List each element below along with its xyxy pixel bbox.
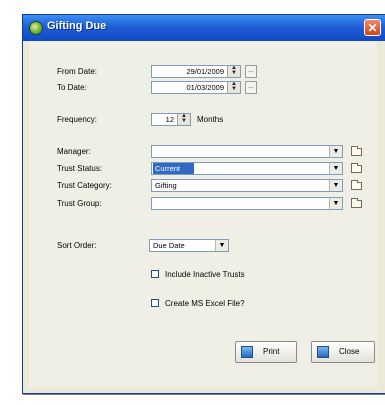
frequency-label: Frequency: bbox=[57, 115, 98, 124]
spin-updown-icon[interactable]: ▲ ▼ bbox=[177, 114, 190, 125]
trust-category-label: Trust Category: bbox=[57, 181, 112, 190]
dropdown-arrow-icon[interactable]: ▼ bbox=[215, 240, 228, 251]
printer-icon bbox=[241, 346, 253, 358]
from-date-label: From Date: bbox=[57, 67, 98, 76]
trust-category-select[interactable]: Gifting ▼ bbox=[151, 179, 343, 192]
trust-status-value: Current bbox=[153, 163, 195, 174]
folder-icon[interactable] bbox=[351, 180, 362, 190]
sort-order-select[interactable]: Due Date ▼ bbox=[149, 239, 229, 252]
close-icon[interactable]: ✕ bbox=[364, 19, 381, 36]
sort-order-value: Due Date bbox=[153, 241, 185, 250]
to-date-field[interactable]: 01/03/2009 ▲ ▼ bbox=[151, 81, 241, 94]
to-date-picker-button[interactable]: ... bbox=[245, 81, 257, 94]
dropdown-arrow-icon[interactable]: ▼ bbox=[329, 180, 342, 191]
spin-updown-icon[interactable]: ▲ ▼ bbox=[227, 82, 240, 93]
manager-select[interactable]: ▼ bbox=[151, 145, 343, 158]
to-date-label: To Date: bbox=[57, 83, 87, 92]
window-title: Gifting Due bbox=[47, 20, 107, 32]
print-button-label: Print bbox=[263, 347, 280, 356]
print-button[interactable]: Print bbox=[235, 341, 297, 363]
trust-status-select[interactable]: Current ▼ bbox=[151, 162, 343, 175]
from-date-picker-button[interactable]: ... bbox=[245, 65, 257, 78]
folder-icon[interactable] bbox=[351, 146, 362, 156]
trust-category-value: Gifting bbox=[155, 181, 177, 190]
frequency-unit: Months bbox=[197, 115, 224, 124]
gift-app-icon bbox=[29, 21, 43, 35]
trust-group-select[interactable]: ▼ bbox=[151, 197, 343, 210]
trust-status-label: Trust Status: bbox=[57, 164, 103, 173]
from-date-field[interactable]: 29/01/2009 ▲ ▼ bbox=[151, 65, 241, 78]
frequency-field[interactable]: 12 ▲ ▼ bbox=[151, 113, 191, 126]
spin-updown-icon[interactable]: ▲ ▼ bbox=[227, 66, 240, 77]
gifting-due-window: Gifting Due ✕ From Date: 29/01/2009 ▲ ▼ .… bbox=[22, 14, 385, 394]
folder-icon[interactable] bbox=[351, 198, 362, 208]
manager-label: Manager: bbox=[57, 147, 91, 156]
dropdown-arrow-icon[interactable]: ▼ bbox=[329, 198, 342, 209]
include-inactive-checkbox[interactable] bbox=[151, 270, 159, 278]
title-bar[interactable]: Gifting Due ✕ bbox=[23, 15, 385, 41]
frequency-value: 12 bbox=[165, 115, 174, 124]
dropdown-arrow-icon[interactable]: ▼ bbox=[329, 146, 342, 157]
create-excel-label: Create MS Excel File? bbox=[165, 299, 245, 308]
to-date-value: 01/03/2009 bbox=[186, 83, 224, 92]
from-date-value: 29/01/2009 bbox=[186, 67, 224, 76]
dropdown-arrow-icon[interactable]: ▼ bbox=[329, 163, 342, 174]
dialog-body: From Date: 29/01/2009 ▲ ▼ ... To Date: 01… bbox=[29, 41, 377, 387]
sort-order-label: Sort Order: bbox=[57, 241, 97, 250]
include-inactive-label: Include Inactive Trusts bbox=[165, 270, 245, 279]
close-button-label: Close bbox=[339, 347, 360, 356]
trust-group-label: Trust Group: bbox=[57, 199, 102, 208]
close-button[interactable]: Close bbox=[311, 341, 375, 363]
door-exit-icon bbox=[317, 346, 329, 358]
folder-icon[interactable] bbox=[351, 163, 362, 173]
create-excel-checkbox[interactable] bbox=[151, 299, 159, 307]
